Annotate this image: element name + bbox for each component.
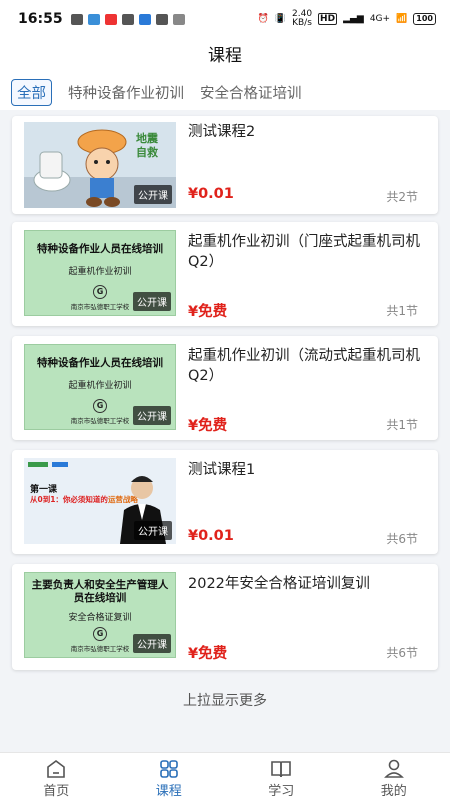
network-type: 4G+ [369, 14, 391, 24]
thumb-heading: 特种设备作业人员在线培训 [37, 357, 163, 369]
course-title: 测试课程2 [188, 124, 256, 140]
nav-learning[interactable]: 学习 [225, 753, 338, 800]
public-course-badge: 公开课 [134, 521, 172, 540]
nav-courses[interactable]: 课程 [113, 753, 226, 800]
bottom-nav: 首页 课程 学习 我的 [0, 752, 450, 800]
nav-home[interactable]: 首页 [0, 753, 113, 800]
app-notification-icon [104, 13, 117, 25]
book-icon [271, 761, 292, 778]
course-card[interactable]: 特种设备作业人员在线培训 起重机作业初训 G 南京市弘德职工学校 公开课 起重机… [12, 222, 438, 326]
grid-icon [159, 760, 178, 778]
thumb-heading: 主要负责人和安全生产管理人员在线培训 [31, 579, 169, 604]
thumb-subheading: 安全合格证复训 [68, 613, 132, 623]
public-course-badge: 公开课 [133, 406, 171, 425]
course-thumbnail: 地震 自救 公开课 [24, 122, 176, 208]
alarm-icon: ⏰ [257, 14, 269, 24]
lesson-count: 共1节 [386, 304, 418, 318]
tab-safety-certificate[interactable]: 安全合格证培训 [200, 82, 302, 103]
course-title: 起重机作业初训（门座式起重机司机Q2） [188, 234, 420, 270]
user-icon [383, 759, 404, 778]
public-course-badge: 公开课 [133, 292, 171, 311]
course-price: ¥免费 [188, 304, 228, 320]
app-notification-icon [155, 13, 168, 25]
course-card[interactable]: 第一课 从0到1：你必须知道的运营战略 公开课 测试课程1 ¥0.01 共6节 [12, 450, 438, 554]
page-title: 课程 [0, 38, 450, 74]
check-icon [121, 13, 134, 25]
course-thumbnail: 主要负责人和安全生产管理人员在线培训 安全合格证复训 G 南京市弘德职工学校 公… [24, 572, 176, 658]
lesson-count: 共1节 [386, 418, 418, 432]
public-course-badge: 公开课 [134, 185, 172, 204]
home-icon [47, 760, 66, 778]
tab-all[interactable]: 全部 [11, 78, 52, 106]
status-time: 16:55 [18, 11, 63, 27]
public-course-badge: 公开课 [133, 634, 171, 653]
course-thumbnail: 第一课 从0到1：你必须知道的运营战略 公开课 [24, 458, 176, 544]
app-notification-icon [70, 13, 83, 25]
course-price: ¥0.01 [188, 528, 234, 544]
nav-learning-label: 学习 [268, 784, 295, 799]
wifi-icon: 📶 [396, 14, 408, 24]
telegram-icon [87, 13, 100, 25]
course-title: 测试课程1 [188, 462, 256, 478]
lesson-count: 共2节 [386, 190, 418, 204]
course-title: 2022年安全合格证培训复训 [188, 576, 370, 592]
course-card[interactable]: 特种设备作业人员在线培训 起重机作业初训 G 南京市弘德职工学校 公开课 起重机… [12, 336, 438, 440]
course-price: ¥免费 [188, 418, 228, 434]
nav-home-label: 首页 [43, 784, 70, 799]
course-card[interactable]: 主要负责人和安全生产管理人员在线培训 安全合格证复训 G 南京市弘德职工学校 公… [12, 564, 438, 670]
school-logo-icon: G [93, 285, 107, 299]
course-price: ¥0.01 [188, 186, 234, 202]
app-notification-icon [138, 13, 151, 25]
school-logo-icon: G [93, 399, 107, 413]
image-icon [172, 13, 185, 25]
thumb-subheading: 起重机作业初训 [68, 381, 132, 391]
course-price: ¥免费 [188, 646, 228, 662]
lesson-count: 共6节 [386, 532, 418, 546]
signal-icon: ▂▄▆ [343, 14, 364, 24]
course-thumbnail: 特种设备作业人员在线培训 起重机作业初训 G 南京市弘德职工学校 公开课 [24, 344, 176, 430]
vibrate-icon: 📳 [274, 14, 286, 24]
load-more-hint: 上拉显示更多 [183, 693, 267, 709]
notification-icons [70, 13, 185, 25]
net-speed: 2.40 KB/s [292, 9, 313, 28]
category-tabs: 全部 特种设备作业初训 安全合格证培训 [0, 74, 450, 110]
svg-text:地震: 地震 [136, 131, 159, 145]
battery-icon: 100 [413, 13, 436, 25]
system-status: ⏰ 📳 2.40 KB/s HD ▂▄▆ 4G+ 📶 100 [258, 10, 436, 28]
course-thumbnail: 特种设备作业人员在线培训 起重机作业初训 G 南京市弘德职工学校 公开课 [24, 230, 176, 316]
nav-profile-label: 我的 [380, 784, 407, 799]
svg-text:自救: 自救 [136, 145, 158, 159]
course-card[interactable]: 地震 自救 公开课 测试课程2 ¥0.01 共2节 [12, 116, 438, 214]
nav-courses-label: 课程 [155, 784, 182, 799]
thumb-heading: 特种设备作业人员在线培训 [37, 243, 163, 255]
nav-profile[interactable]: 我的 [338, 753, 450, 800]
school-logo-icon: G [93, 627, 107, 641]
status-bar: 16:55 ⏰ 📳 2.40 KB/s HD ▂▄▆ 4G+ 📶 100 [0, 0, 450, 38]
lesson-count: 共6节 [386, 646, 418, 660]
hd-icon: HD [318, 13, 338, 25]
thumb-subheading: 起重机作业初训 [68, 267, 132, 277]
course-title: 起重机作业初训（流动式起重机司机Q2） [188, 348, 420, 384]
tab-special-equipment[interactable]: 特种设备作业初训 [68, 82, 184, 103]
